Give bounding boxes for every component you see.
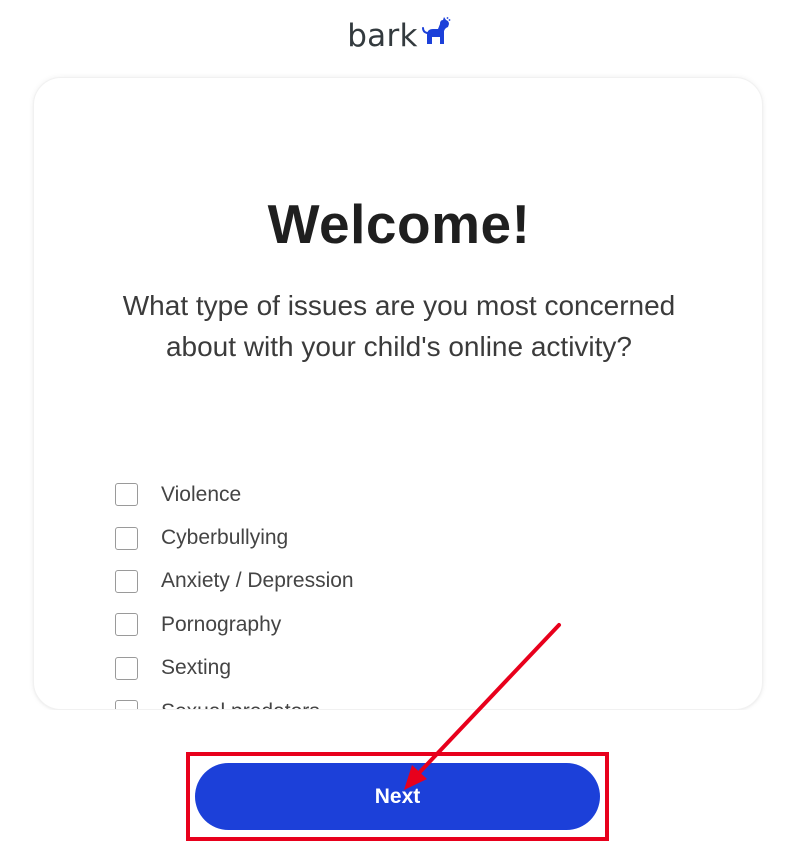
question-text: What type of issues are you most concern… xyxy=(122,290,676,362)
option-violence[interactable]: Violence xyxy=(115,473,675,516)
option-label: Sexual predators xyxy=(161,700,320,709)
checkbox-pornography[interactable] xyxy=(115,613,138,637)
checkbox-cyberbullying[interactable] xyxy=(115,526,138,550)
option-label: Cyberbullying xyxy=(161,526,289,550)
option-cyberbullying[interactable]: Cyberbullying xyxy=(115,516,675,559)
page: bark Welcome! What type of issues are yo… xyxy=(0,0,794,854)
option-label: Sexting xyxy=(161,656,232,680)
logo-text: bark xyxy=(347,17,418,54)
option-label: Pornography xyxy=(161,612,282,636)
checkbox-sexting[interactable] xyxy=(115,656,138,680)
welcome-card: Welcome! What type of issues are you mos… xyxy=(33,77,763,710)
option-label: Violence xyxy=(161,482,242,506)
logo[interactable]: bark xyxy=(0,14,794,58)
concern-options: Violence Cyberbullying Anxiety / Depress… xyxy=(115,473,675,709)
checkbox-anxiety-depression[interactable] xyxy=(115,569,138,593)
option-anxiety-depression[interactable]: Anxiety / Depression xyxy=(115,560,675,603)
dog-icon xyxy=(421,16,451,51)
option-pornography[interactable]: Pornography xyxy=(115,603,675,646)
page-title: Welcome! xyxy=(267,193,531,255)
option-sexting[interactable]: Sexting xyxy=(115,647,675,690)
checkbox-sexual-predators[interactable] xyxy=(115,700,138,709)
logo-inner: bark xyxy=(347,16,451,54)
option-sexual-predators[interactable]: Sexual predators xyxy=(115,690,675,709)
option-label: Anxiety / Depression xyxy=(161,569,354,593)
checkbox-violence[interactable] xyxy=(115,483,138,507)
next-button[interactable]: Next xyxy=(195,763,600,830)
